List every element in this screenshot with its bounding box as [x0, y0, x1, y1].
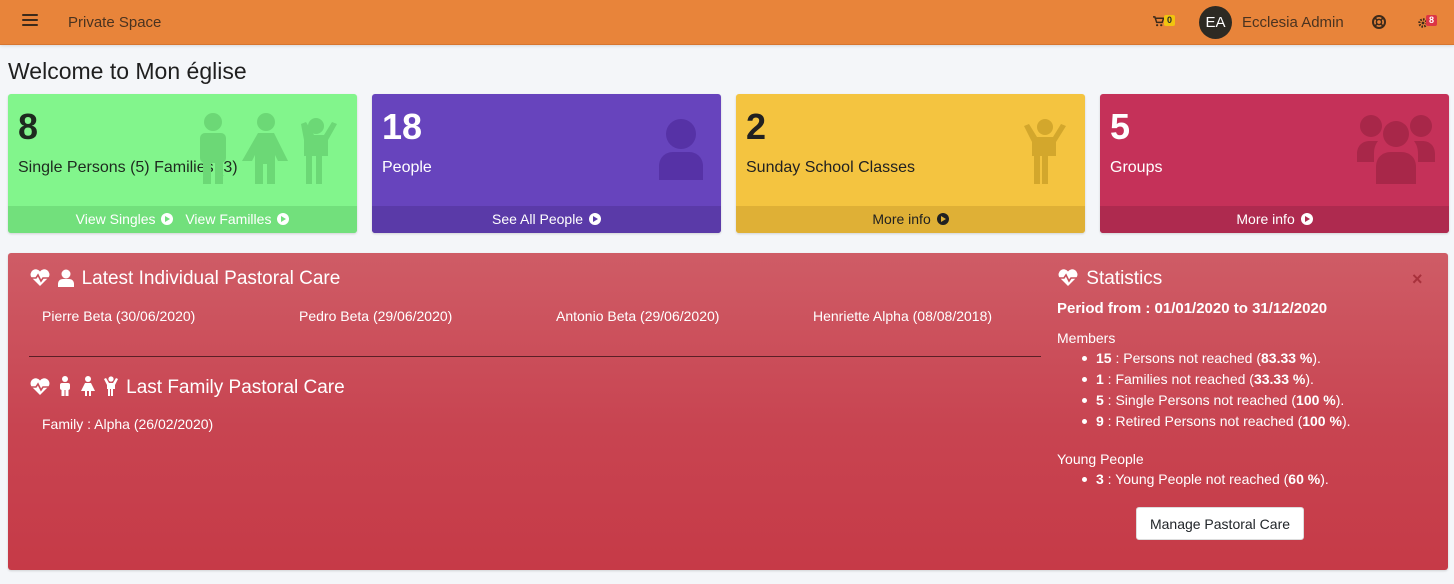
stat-percent: 100 %: [1296, 392, 1336, 408]
arrow-circle-right-icon: [277, 213, 290, 225]
stat-percent: 100 %: [1302, 413, 1342, 429]
stat-item: 9 : Retired Persons not reached (100 %).: [1078, 411, 1351, 432]
stat-text: : Families not reached (: [1103, 371, 1254, 387]
link-label: View Singles: [75, 211, 156, 227]
box-number: 2: [746, 106, 767, 147]
male-icon: [60, 376, 71, 396]
stats-period: Period from : 01/01/2020 to 31/12/2020: [1057, 300, 1328, 317]
individual-care-heading: Latest Individual Pastoral Care: [29, 268, 340, 290]
help-lifering-icon[interactable]: [1371, 14, 1387, 30]
users-icon: [1357, 115, 1435, 184]
stat-text: : Single Persons not reached (: [1103, 392, 1297, 408]
people-box: 18 People See All People: [372, 94, 721, 233]
arrow-circle-right-icon: [1300, 213, 1313, 225]
pastoral-care-card: Latest Individual Pastoral Care Pierre B…: [8, 253, 1448, 570]
link-label: More info: [872, 211, 931, 227]
stat-end: ).: [1320, 471, 1329, 487]
groups-more-info-link[interactable]: More info: [1236, 211, 1313, 227]
box-label: Groups: [1110, 159, 1163, 176]
heartbeat-icon: [30, 378, 50, 395]
arrow-circle-right-icon: [161, 213, 174, 225]
heartbeat-icon: [1058, 269, 1078, 286]
view-singles-link[interactable]: View Singles: [76, 211, 174, 227]
menu-toggle-icon[interactable]: [22, 14, 38, 30]
family-care-heading: Last Family Pastoral Care: [29, 376, 345, 399]
box-number: 18: [382, 106, 423, 147]
stat-count: 5: [1096, 392, 1104, 408]
divider: [29, 356, 1041, 357]
cart-button[interactable]: 0: [1153, 14, 1183, 32]
stat-end: ).: [1305, 371, 1314, 387]
user-icon: [58, 269, 75, 287]
care-item-link[interactable]: Pierre Beta (30/06/2020): [42, 308, 195, 324]
young-stats-list: 3 : Young People not reached (60 %).: [1078, 469, 1329, 490]
stat-count: 1: [1096, 371, 1104, 387]
top-navbar: Private Space 0 EA Ecclesia Admin 8: [0, 0, 1454, 45]
stat-end: ).: [1312, 350, 1321, 366]
stat-item: 5 : Single Persons not reached (100 %).: [1078, 390, 1351, 411]
stat-percent: 83.33 %: [1261, 350, 1313, 366]
private-space-link[interactable]: Private Space: [68, 14, 161, 31]
box-footer: View Singles View Familles: [8, 206, 357, 233]
section-title: Last Family Pastoral Care: [126, 377, 345, 398]
care-item-link[interactable]: Henriette Alpha (08/08/2018): [813, 308, 992, 324]
link-label: View Familles: [185, 211, 272, 227]
cart-count-badge: 0: [1164, 15, 1176, 26]
link-label: More info: [1236, 211, 1295, 227]
avatar[interactable]: EA: [1199, 6, 1232, 39]
heartbeat-icon: [30, 269, 50, 286]
statistics-heading: Statistics: [1057, 268, 1162, 290]
settings-button[interactable]: 8: [1417, 14, 1443, 32]
cart-icon: [1153, 16, 1164, 27]
female-icon: [80, 376, 95, 396]
settings-count-badge: 8: [1426, 15, 1438, 26]
arrow-circle-right-icon: [936, 213, 949, 225]
stat-count: 3: [1096, 471, 1104, 487]
link-label: See All People: [492, 211, 584, 227]
user-icon: [659, 119, 703, 180]
stat-text: : Retired Persons not reached (: [1103, 413, 1303, 429]
box-footer: More info: [736, 206, 1085, 233]
stat-count: 9: [1096, 413, 1104, 429]
see-all-people-link[interactable]: See All People: [492, 211, 601, 227]
sunday-school-more-info-link[interactable]: More info: [872, 211, 949, 227]
groups-box: 5 Groups More info: [1100, 94, 1449, 233]
stat-item: 15 : Persons not reached (83.33 %).: [1078, 348, 1351, 369]
stat-end: ).: [1341, 413, 1351, 429]
family-icon: [200, 113, 337, 184]
section-title: Statistics: [1086, 268, 1163, 289]
section-title: Latest Individual Pastoral Care: [81, 268, 341, 289]
close-button[interactable]: ×: [1412, 269, 1423, 290]
family-care-item-link[interactable]: Family : Alpha (26/02/2020): [42, 416, 213, 432]
manage-pastoral-care-button[interactable]: Manage Pastoral Care: [1136, 507, 1304, 540]
members-label: Members: [1057, 330, 1116, 346]
stat-count: 15: [1096, 350, 1112, 366]
stat-item: 3 : Young People not reached (60 %).: [1078, 469, 1329, 490]
stat-percent: 33.33 %: [1253, 371, 1306, 387]
sunday-school-box: 2 Sunday School Classes More info: [736, 94, 1085, 233]
child-icon: [1024, 119, 1066, 184]
stat-text: : Persons not reached (: [1111, 350, 1261, 366]
box-number: 5: [1110, 106, 1131, 147]
user-menu-name[interactable]: Ecclesia Admin: [1242, 14, 1344, 31]
stat-item: 1 : Families not reached (33.33 %).: [1078, 369, 1351, 390]
arrow-circle-right-icon: [588, 213, 601, 225]
singles-families-box: 8 Single Persons (5) Families (3) View S…: [8, 94, 357, 233]
box-label: People: [382, 159, 432, 176]
view-families-link[interactable]: View Familles: [185, 211, 290, 227]
child-icon: [103, 376, 118, 396]
care-item-link[interactable]: Pedro Beta (29/06/2020): [299, 308, 452, 324]
box-label: Sunday School Classes: [746, 159, 915, 176]
members-stats-list: 15 : Persons not reached (83.33 %). 1 : …: [1078, 348, 1351, 432]
box-footer: More info: [1100, 206, 1449, 233]
stat-end: ).: [1335, 392, 1345, 408]
stat-text: : Young People not reached (: [1103, 471, 1289, 487]
care-item-link[interactable]: Antonio Beta (29/06/2020): [556, 308, 719, 324]
box-number: 8: [18, 106, 39, 147]
young-people-label: Young People: [1057, 451, 1144, 467]
box-footer: See All People: [372, 206, 721, 233]
stat-percent: 60 %: [1288, 471, 1321, 487]
page-title: Welcome to Mon église: [8, 58, 247, 84]
